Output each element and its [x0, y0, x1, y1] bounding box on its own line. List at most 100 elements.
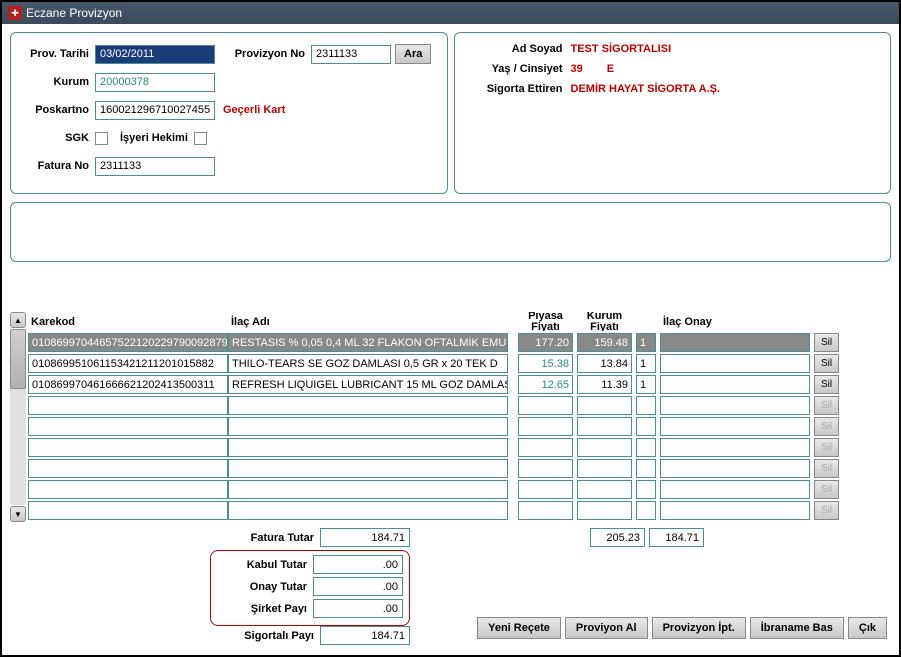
- fatura-tutar-input[interactable]: [320, 528, 410, 547]
- cell-ilac[interactable]: RESTASIS % 0,05 0,4 ML 32 FLAKON OFTALMİ…: [228, 333, 508, 352]
- cell-karekod[interactable]: [28, 480, 228, 499]
- cell-karekod[interactable]: [28, 438, 228, 457]
- cell-karekod[interactable]: [28, 417, 228, 436]
- table-row[interactable]: Sil: [28, 480, 891, 499]
- scroll-track[interactable]: [10, 329, 26, 505]
- cik-button[interactable]: Çık: [848, 617, 887, 639]
- cell-onay[interactable]: [660, 396, 810, 415]
- table-row[interactable]: Sil: [28, 417, 891, 436]
- cell-qty[interactable]: [636, 459, 656, 478]
- onay-tutar-input[interactable]: [313, 577, 403, 596]
- cell-ilac[interactable]: [228, 396, 508, 415]
- label-yas-cinsiyet: Yaş / Cinsiyet: [463, 63, 563, 75]
- cell-qty[interactable]: 1: [636, 375, 656, 394]
- cell-ilac[interactable]: [228, 459, 508, 478]
- cell-kurum[interactable]: [577, 396, 632, 415]
- cell-ilac[interactable]: [228, 501, 508, 520]
- hdr-piyasa: Piyasa Fiyatı: [518, 312, 573, 331]
- cell-onay[interactable]: [660, 354, 810, 373]
- cell-kurum[interactable]: [577, 459, 632, 478]
- cell-onay[interactable]: [660, 459, 810, 478]
- table-row[interactable]: Sil: [28, 501, 891, 520]
- cell-karekod[interactable]: [28, 501, 228, 520]
- cell-onay[interactable]: [660, 501, 810, 520]
- label-sigortali-payi: Sigortalı Payı: [224, 630, 314, 642]
- cell-qty[interactable]: [636, 396, 656, 415]
- sum-piyasa: [590, 528, 645, 547]
- cell-ilac[interactable]: [228, 417, 508, 436]
- sil-button: Sil: [814, 480, 839, 499]
- cell-onay[interactable]: [660, 438, 810, 457]
- cell-qty[interactable]: [636, 438, 656, 457]
- cell-kurum[interactable]: [577, 438, 632, 457]
- sil-button: Sil: [814, 438, 839, 457]
- table-row[interactable]: 010869970446575221202297900928791RESTASI…: [28, 333, 891, 352]
- cell-karekod[interactable]: 010869970461666621202413500311: [28, 375, 228, 394]
- cell-karekod[interactable]: 010869951061153421211201015882: [28, 354, 228, 373]
- table-row[interactable]: Sil: [28, 438, 891, 457]
- provizyon-no-input[interactable]: [311, 45, 391, 64]
- cell-onay[interactable]: [660, 417, 810, 436]
- cell-qty[interactable]: [636, 501, 656, 520]
- ara-button[interactable]: Ara: [395, 44, 431, 64]
- kabul-tutar-input[interactable]: [313, 555, 403, 574]
- scroll-thumb[interactable]: [10, 329, 26, 389]
- cell-karekod[interactable]: 010869970446575221202297900928791: [28, 333, 228, 352]
- sil-button[interactable]: Sil: [814, 354, 839, 373]
- cell-piyasa[interactable]: [518, 480, 573, 499]
- isyeri-hekimi-checkbox[interactable]: [194, 132, 207, 145]
- label-isyeri-hekimi: İşyeri Hekimi: [120, 132, 188, 144]
- sil-button[interactable]: Sil: [814, 375, 839, 394]
- cell-karekod[interactable]: [28, 459, 228, 478]
- sirket-payi-input[interactable]: [313, 599, 403, 618]
- cell-piyasa[interactable]: 15.38: [518, 354, 573, 373]
- sil-button[interactable]: Sil: [814, 333, 839, 352]
- cell-qty[interactable]: 1: [636, 333, 656, 352]
- cell-qty[interactable]: 1: [636, 354, 656, 373]
- table-row[interactable]: 010869970461666621202413500311REFRESH LI…: [28, 375, 891, 394]
- cell-piyasa[interactable]: [518, 438, 573, 457]
- provizyon-ipt-button[interactable]: Provizyon İpt.: [652, 617, 746, 639]
- sgk-checkbox[interactable]: [95, 132, 108, 145]
- window: ✚ Eczane Provizyon Prov. Tarihi Provizyo…: [0, 0, 901, 657]
- table-row[interactable]: Sil: [28, 459, 891, 478]
- cell-qty[interactable]: [636, 417, 656, 436]
- cell-kurum[interactable]: 13.84: [577, 354, 632, 373]
- cell-ilac[interactable]: [228, 480, 508, 499]
- window-title: Eczane Provizyon: [26, 6, 122, 20]
- cell-onay[interactable]: [660, 480, 810, 499]
- proviyon-al-button[interactable]: Proviyon Al: [565, 617, 648, 639]
- cell-kurum[interactable]: 159.48: [577, 333, 632, 352]
- content-area: Prov. Tarihi Provizyon No Ara Kurum Posk…: [2, 24, 899, 656]
- cell-ilac[interactable]: REFRESH LIQUIGEL LUBRICANT 15 ML GOZ DAM…: [228, 375, 508, 394]
- table-row[interactable]: Sil: [28, 396, 891, 415]
- table-row[interactable]: 010869951061153421211201015882THILO-TEAR…: [28, 354, 891, 373]
- scroll-down-button[interactable]: ▼: [10, 506, 26, 522]
- cell-qty[interactable]: [636, 480, 656, 499]
- cell-kurum[interactable]: 11.39: [577, 375, 632, 394]
- cell-kurum[interactable]: [577, 417, 632, 436]
- cell-piyasa[interactable]: [518, 501, 573, 520]
- cell-piyasa[interactable]: [518, 417, 573, 436]
- cell-onay[interactable]: [660, 375, 810, 394]
- cell-onay[interactable]: [660, 333, 810, 352]
- scroll-up-button[interactable]: ▲: [10, 312, 26, 328]
- kurum-input[interactable]: [95, 73, 215, 92]
- sigortali-payi-input[interactable]: [320, 626, 410, 645]
- cell-karekod[interactable]: [28, 396, 228, 415]
- yeni-recete-button[interactable]: Yeni Reçete: [477, 617, 561, 639]
- cell-ilac[interactable]: [228, 438, 508, 457]
- poskartno-input[interactable]: [95, 101, 215, 120]
- prov-tarihi-input[interactable]: [95, 45, 215, 64]
- cell-piyasa[interactable]: [518, 459, 573, 478]
- label-kurum: Kurum: [19, 76, 89, 88]
- fatura-no-input[interactable]: [95, 157, 215, 176]
- cell-ilac[interactable]: THILO-TEARS SE GOZ DAMLASI 0,5 GR x 20 T…: [228, 354, 508, 373]
- cell-kurum[interactable]: [577, 480, 632, 499]
- cell-piyasa[interactable]: 12.65: [518, 375, 573, 394]
- cell-kurum[interactable]: [577, 501, 632, 520]
- ibraname-bas-button[interactable]: İbraname Bas: [750, 617, 844, 639]
- cell-piyasa[interactable]: 177.20: [518, 333, 573, 352]
- cell-piyasa[interactable]: [518, 396, 573, 415]
- label-ad-soyad: Ad Soyad: [463, 43, 563, 55]
